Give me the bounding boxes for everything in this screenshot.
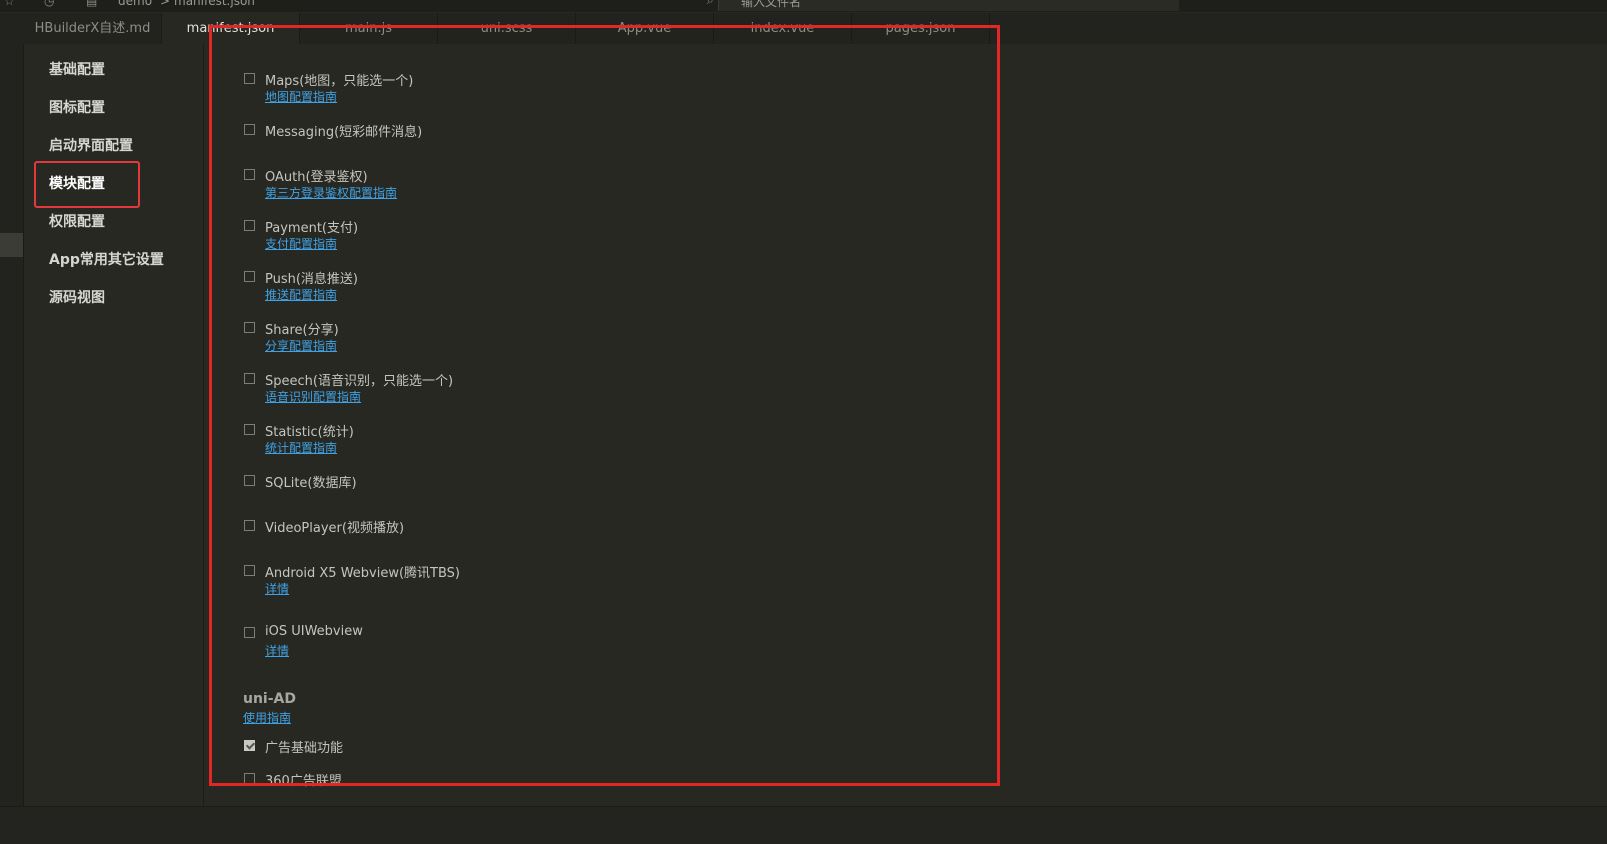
- left-gutter: [0, 44, 24, 806]
- top-toolbar: ☆ ◷ ▤ demo > manifest.json ⌕ 输入文件名: [0, 0, 1607, 12]
- nav-item-icon-config[interactable]: 图标配置: [49, 97, 105, 117]
- tab-hbuilderx-readme[interactable]: HBuilderX自述.md: [24, 13, 162, 44]
- star-icon[interactable]: ☆: [4, 0, 15, 8]
- nav-item-basic-config[interactable]: 基础配置: [49, 59, 105, 79]
- nav-item-app-other-settings[interactable]: App常用其它设置: [49, 249, 164, 269]
- settings-nav: 基础配置 图标配置 启动界面配置 模块配置 权限配置 App常用其它设置 源码视…: [24, 44, 204, 806]
- project-icon: ▤: [86, 0, 98, 8]
- nav-item-splash-config[interactable]: 启动界面配置: [49, 135, 133, 155]
- gutter-marker: [0, 233, 23, 257]
- file-search-placeholder: 输入文件名: [741, 0, 802, 9]
- content-highlight-box: [209, 25, 1000, 786]
- breadcrumb-file[interactable]: manifest.json: [174, 0, 255, 8]
- search-file-icon: ⌕: [707, 0, 714, 7]
- status-bar: [0, 806, 1607, 844]
- breadcrumb-project[interactable]: demo: [118, 0, 152, 8]
- breadcrumb-separator: >: [160, 0, 171, 8]
- file-search-box[interactable]: ⌕ 输入文件名: [707, 0, 1179, 11]
- nav-item-source-view[interactable]: 源码视图: [49, 287, 105, 307]
- history-icon[interactable]: ◷: [44, 0, 54, 8]
- nav-selection-highlight: [34, 161, 140, 208]
- nav-item-permission-config[interactable]: 权限配置: [49, 211, 105, 231]
